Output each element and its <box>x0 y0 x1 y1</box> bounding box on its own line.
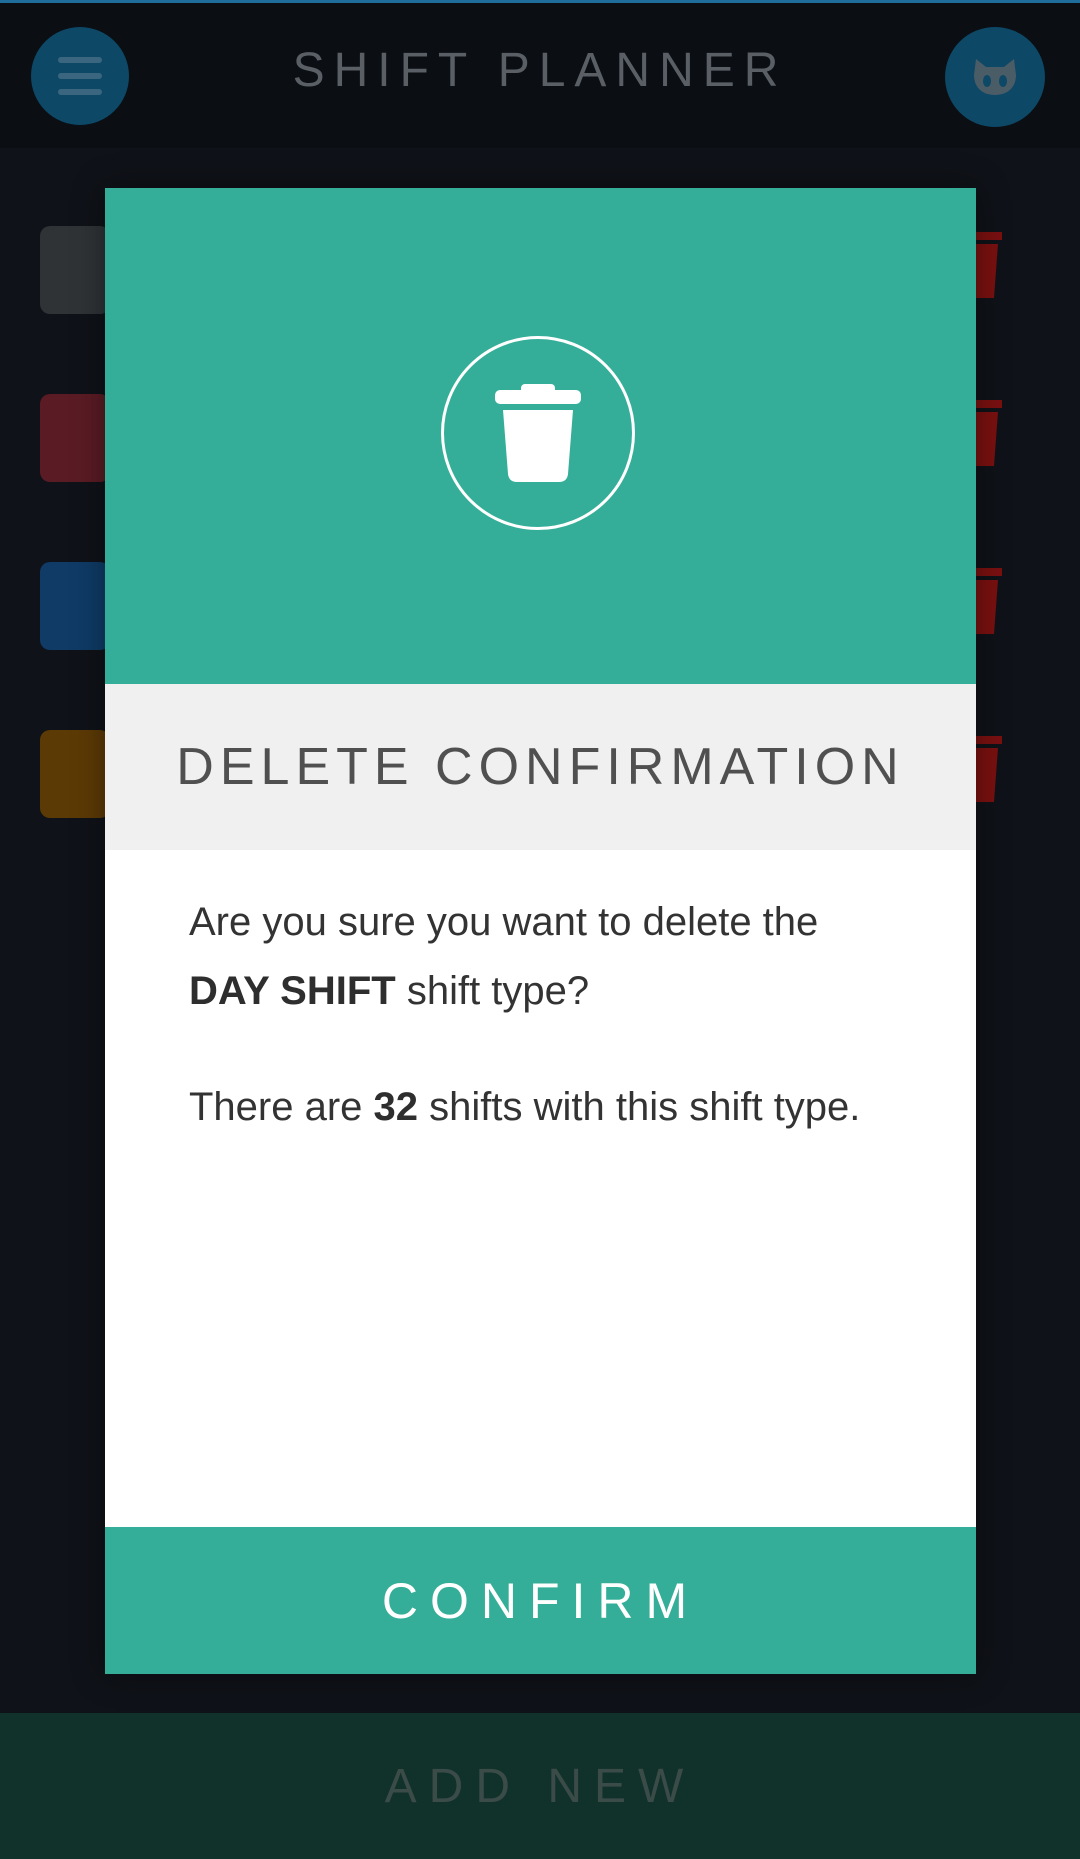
app-title: SHIFT PLANNER <box>292 44 788 97</box>
shift-type-swatch <box>40 394 110 482</box>
trash-icon <box>495 384 581 482</box>
confirm-label: CONFIRM <box>381 1572 700 1629</box>
icon-circle <box>441 336 635 530</box>
question-suffix: shift type? <box>395 969 590 1013</box>
app-header: SHIFT PLANNER <box>0 3 1080 148</box>
dialog-icon-area <box>105 188 976 684</box>
github-octocat-icon <box>974 59 1016 95</box>
shift-type-swatch <box>40 562 110 650</box>
shift-type-name: DAY SHIFT <box>189 969 396 1013</box>
dialog-title-bar: DELETE CONFIRMATION <box>105 684 976 850</box>
question-prefix: Are you sure you want to delete the <box>189 900 819 944</box>
shift-type-swatch <box>40 226 110 314</box>
add-new-button[interactable]: ADD NEW <box>0 1713 1080 1859</box>
shift-type-swatch <box>40 730 110 818</box>
count-prefix: There are <box>189 1085 374 1129</box>
delete-confirmation-dialog: DELETE CONFIRMATION Are you sure you wan… <box>105 188 976 1674</box>
github-button[interactable] <box>945 27 1045 127</box>
delete-question: Are you sure you want to delete the DAY … <box>189 888 909 1026</box>
dialog-message: Are you sure you want to delete the DAY … <box>189 888 909 1189</box>
count-suffix: shifts with this shift type. <box>418 1085 861 1129</box>
shift-count-note: There are 32 shifts with this shift type… <box>189 1073 909 1142</box>
shift-count: 32 <box>373 1085 419 1129</box>
confirm-button[interactable]: CONFIRM <box>105 1527 976 1674</box>
add-new-label: ADD NEW <box>384 1759 696 1813</box>
dialog-title: DELETE CONFIRMATION <box>176 738 905 796</box>
